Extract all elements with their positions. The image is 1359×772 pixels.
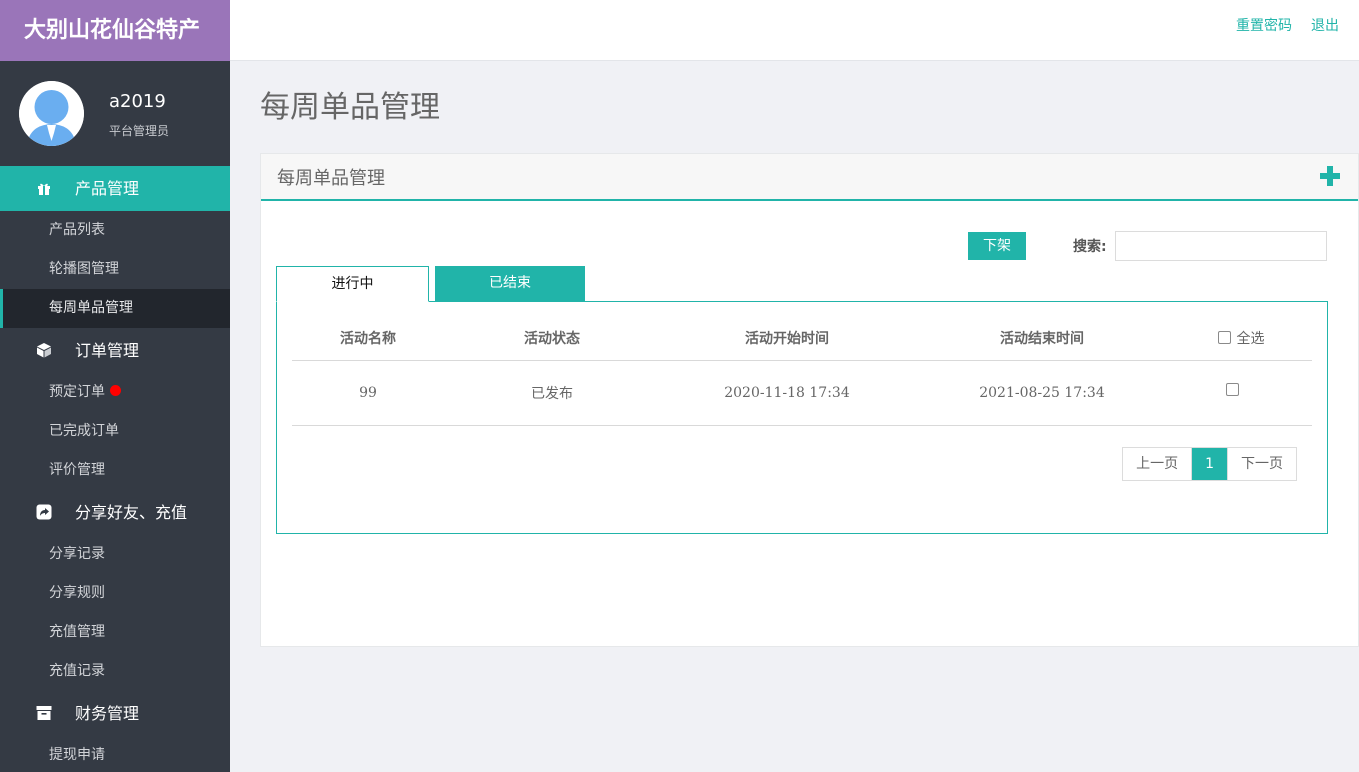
sidebar-item-recharge-records[interactable]: 充值记录 <box>0 652 230 691</box>
tab-in-progress[interactable]: 进行中 <box>276 266 429 302</box>
sidebar-item-carousel[interactable]: 轮播图管理 <box>0 250 230 289</box>
table-row: 99 已发布 2020-11-18 17:34 2021-08-25 17:34 <box>292 360 1312 426</box>
share-icon <box>36 504 52 520</box>
sidebar-group-share[interactable]: 分享好友、充值 <box>0 490 230 535</box>
gift-icon <box>38 183 50 195</box>
column-header-end-time: 活动结束时间 <box>914 316 1170 361</box>
next-page-button[interactable]: 下一页 <box>1228 448 1296 480</box>
sidebar-group-product[interactable]: 产品管理 <box>0 166 230 211</box>
column-header-name: 活动名称 <box>292 316 444 361</box>
column-header-select: 全选 <box>1170 316 1312 361</box>
sidebar-item-withdrawal[interactable]: 提现申请 <box>0 736 230 772</box>
activity-table: 活动名称 活动状态 活动开始时间 活动结束时间 全选 99 已发布 2020-1… <box>292 316 1312 426</box>
sidebar-group-orders[interactable]: 订单管理 <box>0 328 230 373</box>
cell-status: 已发布 <box>444 360 660 426</box>
notification-dot <box>110 385 121 396</box>
top-bar: 重置密码 退出 <box>230 0 1359 61</box>
cell-name: 99 <box>292 360 444 426</box>
sidebar-group-label: 订单管理 <box>75 341 140 360</box>
search-label: 搜索: <box>1073 239 1107 255</box>
user-profile: a2019 平台管理员 <box>0 61 230 166</box>
sidebar-group-label: 分享好友、充值 <box>75 503 188 522</box>
column-header-start-time: 活动开始时间 <box>660 316 914 361</box>
pagination: 上一页 1 下一页 <box>1122 447 1297 481</box>
sidebar-group-label: 财务管理 <box>75 704 140 723</box>
search-input[interactable] <box>1115 231 1327 261</box>
sidebar-group-label: 产品管理 <box>75 179 140 198</box>
profile-role: 平台管理员 <box>109 124 170 138</box>
avatar <box>19 81 84 146</box>
archive-icon <box>36 706 52 720</box>
sidebar-item-label: 预定订单 <box>49 384 105 400</box>
tab-content: 活动名称 活动状态 活动开始时间 活动结束时间 全选 99 已发布 2020-1… <box>276 301 1328 534</box>
sidebar-item-product-list[interactable]: 产品列表 <box>0 211 230 250</box>
select-all-checkbox[interactable] <box>1217 331 1231 345</box>
cell-select <box>1170 360 1312 426</box>
sidebar-item-reviews[interactable]: 评价管理 <box>0 451 230 490</box>
cell-start-time: 2020-11-18 17:34 <box>660 360 914 426</box>
column-header-status: 活动状态 <box>444 316 660 361</box>
select-all-label: 全选 <box>1236 330 1265 347</box>
sidebar-item-share-rules[interactable]: 分享规则 <box>0 574 230 613</box>
profile-name: a2019 <box>109 91 166 112</box>
offline-button[interactable]: 下架 <box>968 232 1026 260</box>
sidebar-item-weekly-product[interactable]: 每周单品管理 <box>0 289 230 328</box>
cell-end-time: 2021-08-25 17:34 <box>914 360 1170 426</box>
panel-header: 每周单品管理 <box>261 154 1358 201</box>
sidebar-group-finance[interactable]: 财务管理 <box>0 691 230 736</box>
table-header-row: 活动名称 活动状态 活动开始时间 活动结束时间 全选 <box>292 316 1312 361</box>
sidebar: 大别山花仙谷特产 a2019 平台管理员 产品管理 产品列表 轮播图管理 每周单… <box>0 0 230 772</box>
tab-ended[interactable]: 已结束 <box>435 266 585 302</box>
row-checkbox[interactable] <box>1225 383 1239 396</box>
panel-title: 每周单品管理 <box>277 168 385 189</box>
plus-icon[interactable] <box>1320 166 1340 186</box>
cube-icon <box>37 343 51 358</box>
brand-logo: 大别山花仙谷特产 <box>0 0 230 61</box>
weekly-product-panel: 每周单品管理 下架 搜索: 进行中 已结束 活动名称 活动状态 活动开始时间 活… <box>260 153 1359 647</box>
page-number-current[interactable]: 1 <box>1191 448 1228 480</box>
reset-password-link[interactable]: 重置密码 <box>1236 15 1292 35</box>
user-avatar-icon <box>19 81 84 146</box>
sidebar-item-completed-orders[interactable]: 已完成订单 <box>0 412 230 451</box>
logout-link[interactable]: 退出 <box>1311 15 1339 35</box>
sidebar-item-reservation-orders[interactable]: 预定订单 <box>0 373 230 412</box>
page-title: 每周单品管理 <box>260 90 440 125</box>
prev-page-button[interactable]: 上一页 <box>1123 448 1192 480</box>
sidebar-item-share-records[interactable]: 分享记录 <box>0 535 230 574</box>
sidebar-item-recharge-management[interactable]: 充值管理 <box>0 613 230 652</box>
